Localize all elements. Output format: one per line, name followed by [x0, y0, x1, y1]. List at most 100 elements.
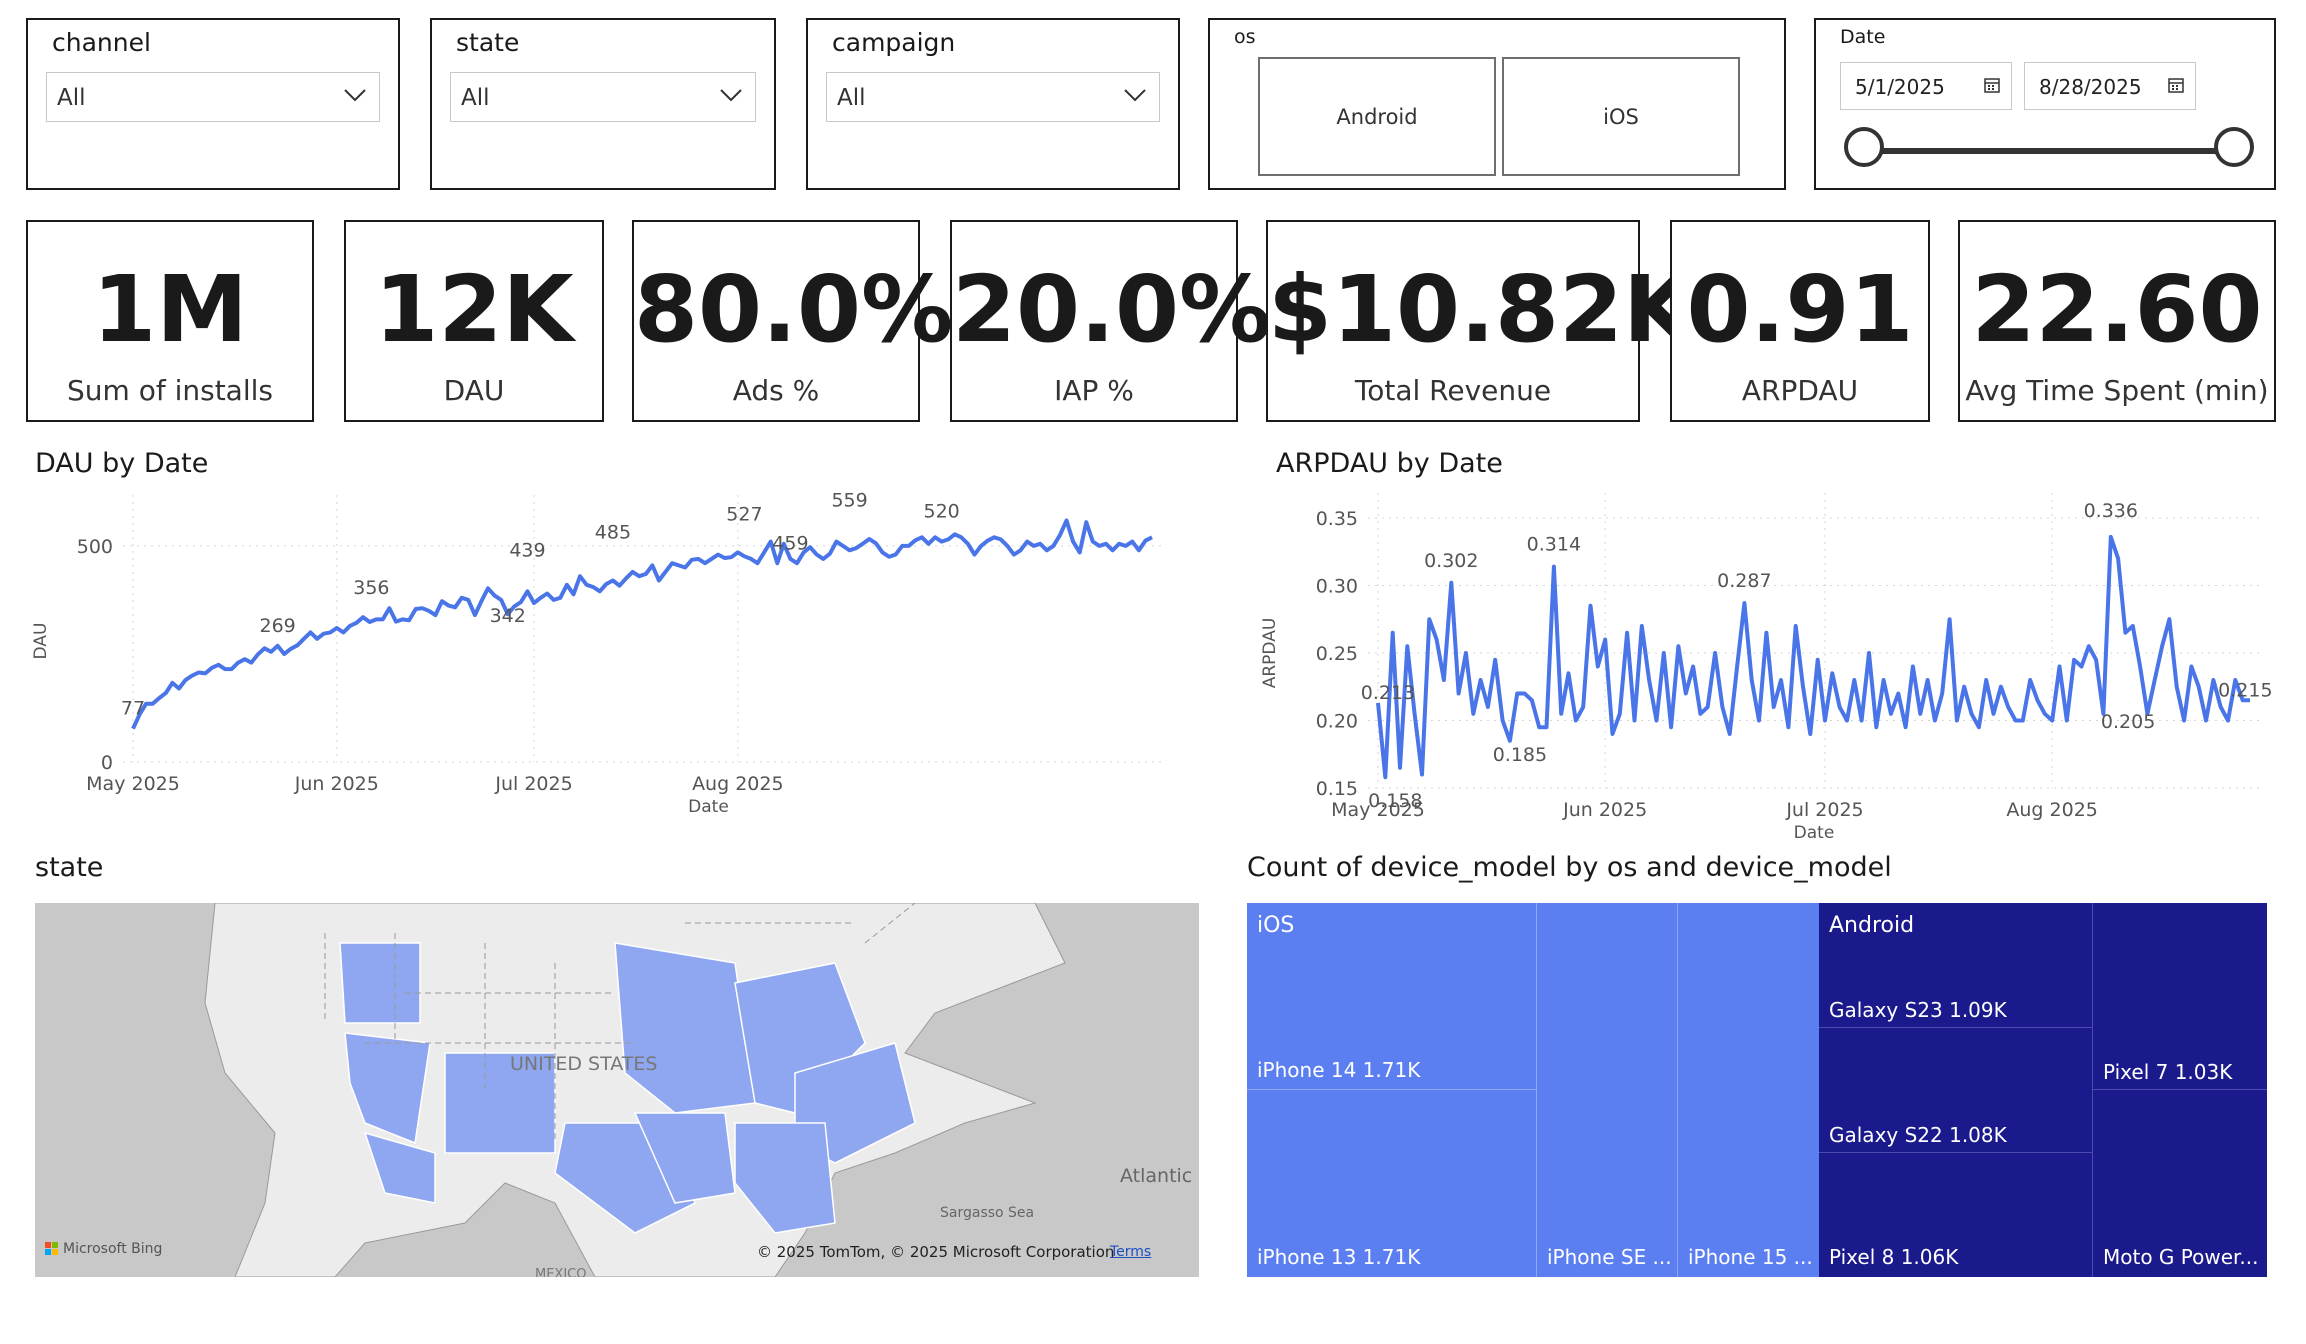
treemap-tile-label: Pixel 7 1.03K: [2103, 1060, 2233, 1084]
microsoft-logo-icon: [45, 1242, 58, 1255]
dau-line-chart[interactable]: 0 500 May 2025 Jun 2025 Jul 2025 Aug 2025Date…: [0, 490, 1200, 830]
date-slicer-title: Date: [1840, 26, 1886, 48]
kpi-label: DAU: [443, 374, 505, 407]
y-axis-title: DAU: [31, 623, 51, 660]
end-date-value: 8/28/2025: [2039, 75, 2142, 99]
data-label: 0.213: [1361, 682, 1415, 704]
y-tick-label: 0.30: [1316, 576, 1358, 598]
sea-label: Sargasso Sea: [940, 1205, 1035, 1221]
x-tick-label: Jul 2025: [1785, 799, 1863, 821]
kpi-label: Ads %: [732, 374, 820, 407]
y-tick-label: 0.15: [1316, 778, 1358, 800]
date-slicer: Date 5/1/2025 8/28/2025: [1814, 18, 2276, 190]
data-label: 485: [595, 521, 631, 543]
start-date-input[interactable]: 5/1/2025: [1840, 62, 2012, 110]
kpi-label: Avg Time Spent (min): [1965, 374, 2269, 407]
treemap-tile[interactable]: [1537, 903, 1678, 1277]
treemap-group-label: iOS: [1257, 913, 1295, 938]
y-tick-label: 0: [101, 752, 113, 774]
data-label: 77: [121, 698, 145, 720]
start-date-value: 5/1/2025: [1855, 75, 1945, 99]
data-label: 0.158: [1368, 790, 1422, 812]
y-tick-label: 0.25: [1316, 643, 1358, 665]
data-label: 0.302: [1424, 550, 1478, 572]
arpdau-line-chart[interactable]: 0.150.200.250.300.35May 2025 Jun 2025 Jul …: [1230, 490, 2306, 840]
kpi-value: 12K: [374, 256, 574, 363]
calendar-icon[interactable]: [1983, 76, 2001, 94]
map-title: state: [35, 852, 104, 883]
kpi-card-avg-time: 22.60 Avg Time Spent (min): [1958, 220, 2276, 422]
x-axis-title: Date: [688, 797, 729, 817]
data-label: 0.314: [1527, 534, 1581, 556]
kpi-label: Sum of installs: [67, 374, 273, 407]
state-dropdown[interactable]: All: [450, 72, 756, 122]
os-option-android[interactable]: Android: [1258, 57, 1496, 176]
map-provider: Microsoft Bing: [63, 1241, 163, 1257]
kpi-value: $10.82K: [1268, 256, 1695, 363]
country-label: UNITED STATES: [510, 1053, 658, 1075]
y-tick-label: 500: [77, 536, 113, 558]
y-axis-title: ARPDAU: [1260, 618, 1280, 689]
campaign-dropdown-value: All: [837, 85, 866, 111]
data-label: 559: [831, 490, 867, 511]
mexico-label: MEXICO: [535, 1267, 587, 1277]
y-tick-label: 0.35: [1316, 508, 1358, 530]
x-tick-label: May 2025: [86, 773, 180, 795]
treemap-tile-label: Galaxy S22 1.08K: [1829, 1123, 2007, 1147]
x-tick-label: Jun 2025: [294, 773, 379, 795]
device-treemap[interactable]: iOS Android iPhone 14 1.71K iPhone 13 1.…: [1247, 903, 2267, 1277]
kpi-value: 20.0%: [952, 256, 1272, 363]
ocean-label: Atlantic: [1120, 1165, 1193, 1187]
kpi-value: 1M: [92, 256, 248, 363]
x-tick-label: Aug 2025: [2006, 799, 2098, 821]
campaign-dropdown[interactable]: All: [826, 72, 1160, 122]
data-label: 0.215: [2218, 679, 2272, 701]
calendar-icon[interactable]: [2167, 76, 2185, 94]
x-axis-title: Date: [1794, 823, 1835, 840]
data-label: 0.205: [2101, 711, 2155, 733]
map-attribution: © 2025 TomTom, © 2025 Microsoft Corporat…: [757, 1243, 1115, 1261]
x-tick-label: Jul 2025: [494, 773, 572, 795]
state-slicer-title: state: [456, 28, 520, 57]
kpi-value: 22.60: [1971, 256, 2263, 363]
campaign-slicer-title: campaign: [832, 28, 956, 57]
data-label: 459: [772, 533, 808, 555]
terms-link[interactable]: Terms: [1110, 1244, 1151, 1260]
os-slicer-title: os: [1234, 26, 1256, 48]
chevron-down-icon: [1124, 89, 1146, 102]
data-label: 356: [353, 577, 389, 599]
date-range-end-handle[interactable]: [2214, 127, 2254, 167]
treemap-tile-label: Moto G Power...: [2103, 1245, 2259, 1269]
kpi-card-installs: 1M Sum of installs: [26, 220, 314, 422]
kpi-card-ads-pct: 80.0% Ads %: [632, 220, 954, 422]
chevron-down-icon: [720, 89, 742, 102]
data-label: 342: [490, 605, 526, 627]
date-range-start-handle[interactable]: [1844, 127, 1884, 167]
data-label: 527: [726, 503, 762, 525]
data-label: 0.287: [1717, 570, 1771, 592]
kpi-value: 80.0%: [634, 256, 954, 363]
treemap-tile[interactable]: [1678, 903, 1819, 1277]
treemap-group-label: Android: [1829, 913, 1915, 938]
y-tick-label: 0.20: [1316, 711, 1358, 733]
kpi-card-dau: 12K DAU: [344, 220, 604, 422]
end-date-input[interactable]: 8/28/2025: [2024, 62, 2196, 110]
x-tick-label: Jun 2025: [1562, 799, 1647, 821]
campaign-slicer: campaign All: [806, 18, 1180, 190]
state-map[interactable]: UNITED STATES Atlantic Sargasso Sea MEXI…: [35, 903, 1199, 1277]
kpi-card-total-revenue: $10.82K Total Revenue: [1266, 220, 1695, 422]
kpi-label: IAP %: [1054, 374, 1134, 407]
series-line: [1376, 534, 2250, 780]
treemap-title: Count of device_model by os and device_m…: [1247, 852, 1892, 883]
channel-slicer-title: channel: [52, 28, 151, 57]
treemap-tile-label: Galaxy S23 1.09K: [1829, 998, 2007, 1022]
kpi-label: Total Revenue: [1354, 374, 1552, 407]
date-range-track: [1868, 148, 2224, 154]
os-option-ios[interactable]: iOS: [1502, 57, 1740, 176]
channel-dropdown[interactable]: All: [46, 72, 380, 122]
kpi-card-arpdau: 0.91 ARPDAU: [1670, 220, 1930, 422]
data-label: 439: [509, 539, 545, 561]
kpi-card-iap-pct: 20.0% IAP %: [950, 220, 1272, 422]
data-label: 269: [259, 615, 295, 637]
data-label: 0.336: [2084, 500, 2138, 522]
